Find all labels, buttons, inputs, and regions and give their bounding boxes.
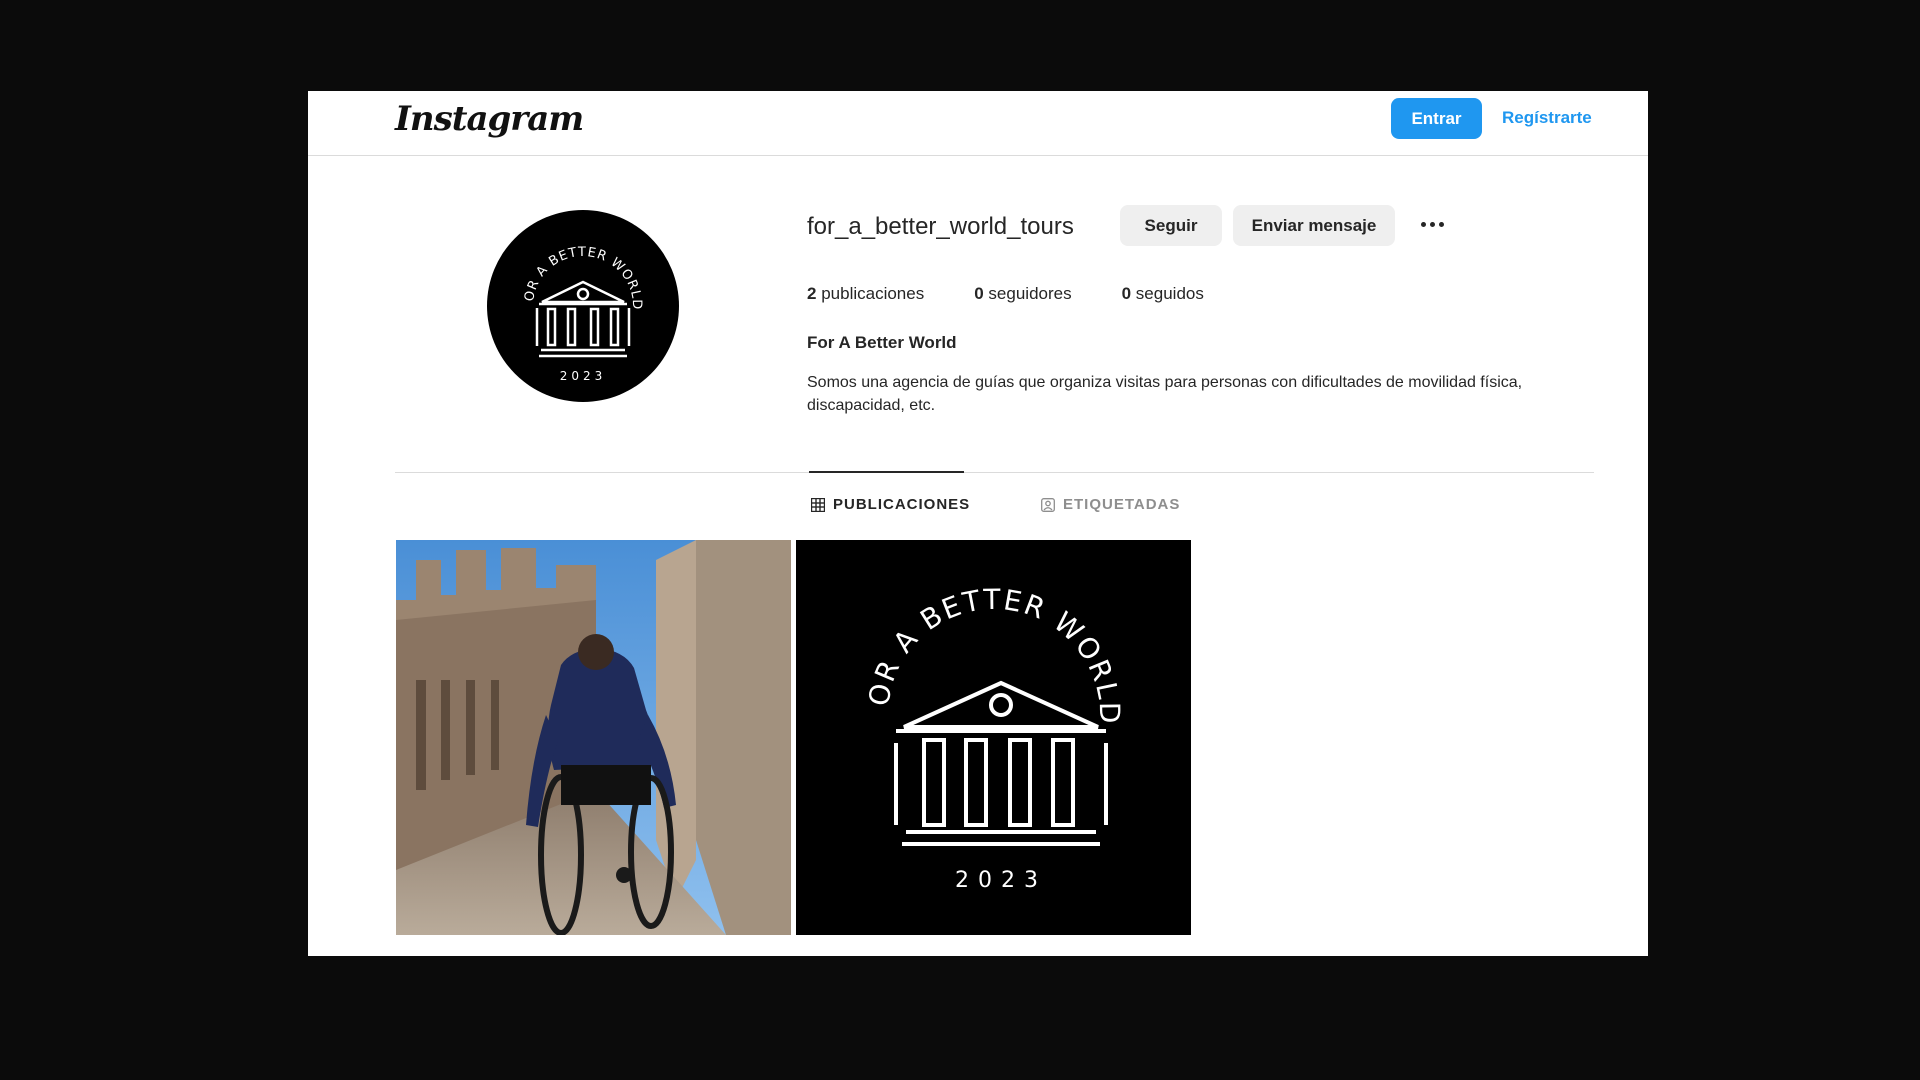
login-button[interactable]: Entrar	[1391, 98, 1482, 139]
send-message-button[interactable]: Enviar mensaje	[1233, 205, 1395, 246]
post-year: 2023	[955, 868, 1047, 893]
signup-link[interactable]: Regístrarte	[1502, 108, 1592, 128]
active-tab-indicator	[809, 471, 964, 473]
avatar-year: 2023	[560, 369, 607, 383]
stat-following[interactable]: 0 seguidos	[1122, 284, 1204, 304]
tab-publicaciones-label: PUBLICACIONES	[833, 496, 971, 513]
stat-posts: 2 publicaciones	[807, 284, 925, 303]
instagram-logo[interactable]: Instagram	[395, 99, 584, 139]
grid-icon	[811, 497, 825, 512]
tagged-icon	[1041, 497, 1055, 512]
profile-username: for_a_better_world_tours	[807, 213, 1074, 240]
top-navigation-bar: Instagram Entrar Regístrarte	[308, 91, 1648, 156]
profile-avatar[interactable]: FOR A BETTER WORLD 2023	[487, 210, 679, 402]
svg-text:FOR A BETTER WORLD: FOR A BETTER WORLD	[487, 210, 644, 311]
post-wheelchair-photo[interactable]	[396, 540, 791, 935]
stat-followers[interactable]: 0 seguidores	[974, 284, 1071, 304]
follow-button[interactable]: Seguir	[1120, 205, 1222, 246]
tab-etiquetadas[interactable]: ETIQUETADAS	[1041, 496, 1180, 513]
tabs-divider	[395, 472, 1594, 473]
tab-etiquetadas-label: ETIQUETADAS	[1063, 496, 1181, 513]
profile-stats: 2 publicaciones 0 seguidores 0 seguidos	[807, 284, 1254, 304]
avatar-arc-text: FOR A BETTER WORLD	[487, 210, 643, 311]
instagram-window: Instagram Entrar Regístrarte FOR A BETTE…	[308, 91, 1648, 956]
post-logo[interactable]: FOR A BETTER WORLD 2023	[796, 540, 1191, 935]
profile-full-name: For A Better World	[807, 333, 957, 352]
more-options-icon[interactable]	[1416, 207, 1448, 241]
tab-publicaciones[interactable]: PUBLICACIONES	[811, 496, 970, 513]
profile-bio: Somos una agencia de guías que organiza …	[807, 374, 1523, 414]
